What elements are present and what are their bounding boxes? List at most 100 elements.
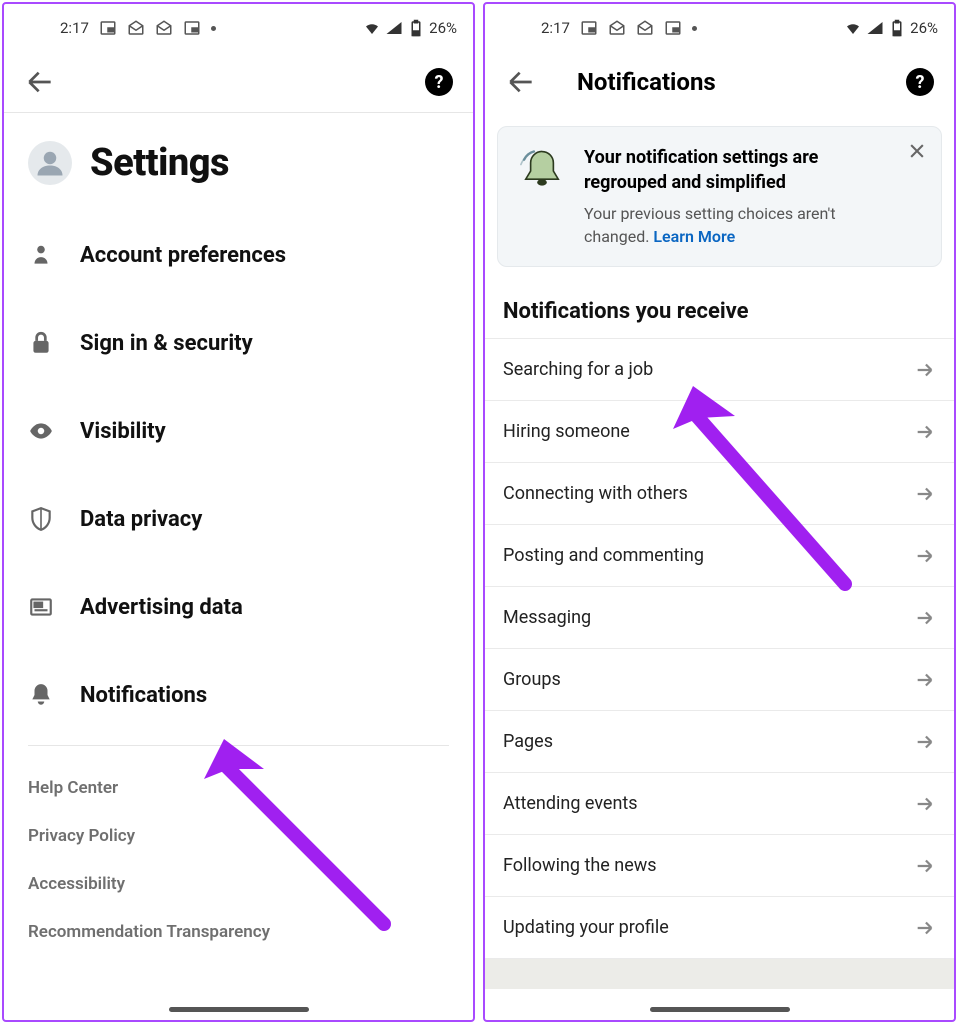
home-indicator[interactable] [169, 1007, 309, 1012]
notif-item-label: Groups [503, 669, 561, 690]
picture-in-picture-icon [183, 19, 201, 37]
mail-icon [127, 19, 145, 37]
settings-item-advertising-data[interactable]: Advertising data [28, 563, 449, 651]
status-more-dot [211, 26, 216, 31]
footer-links: Help Center Privacy Policy Accessibility… [4, 764, 473, 956]
notif-item-updating-your-profile[interactable]: Updating your profile [485, 897, 954, 959]
section-title: Notifications you receive [485, 277, 954, 338]
picture-in-picture-icon [664, 19, 682, 37]
person-icon [28, 242, 54, 268]
arrow-right-icon [914, 359, 936, 381]
status-bar: 2:17 26% [4, 4, 473, 52]
mail-icon [155, 19, 173, 37]
arrow-right-icon [914, 731, 936, 753]
notif-item-connecting-with-others[interactable]: Connecting with others [485, 463, 954, 525]
lock-icon [28, 330, 54, 356]
notif-item-label: Hiring someone [503, 421, 630, 442]
footer-link-recommendation-transparency[interactable]: Recommendation Transparency [28, 908, 449, 956]
footer-link-privacy-policy[interactable]: Privacy Policy [28, 812, 449, 860]
notif-item-label: Connecting with others [503, 483, 688, 504]
notif-item-messaging[interactable]: Messaging [485, 587, 954, 649]
notifications-list: Searching for a job Hiring someone Conne… [485, 338, 954, 959]
notif-item-label: Searching for a job [503, 359, 653, 380]
page-title: Settings [90, 141, 229, 185]
back-icon[interactable] [24, 66, 56, 98]
settings-list: Account preferences Sign in & security V… [4, 211, 473, 739]
wifi-icon [844, 19, 862, 37]
status-time: 2:17 [60, 19, 89, 37]
phone-notifications: 2:17 26% Notifications ? [483, 2, 956, 1022]
help-icon[interactable]: ? [425, 68, 453, 96]
notif-item-label: Attending events [503, 793, 638, 814]
notif-item-posting-and-commenting[interactable]: Posting and commenting [485, 525, 954, 587]
footer-link-help-center[interactable]: Help Center [28, 764, 449, 812]
back-icon[interactable] [505, 66, 537, 98]
arrow-right-icon [914, 793, 936, 815]
battery-icon [407, 19, 425, 37]
battery-icon [888, 19, 906, 37]
wifi-icon [363, 19, 381, 37]
settings-item-label: Data privacy [80, 507, 202, 532]
arrow-right-icon [914, 917, 936, 939]
settings-item-notifications[interactable]: Notifications [28, 651, 449, 739]
settings-item-label: Sign in & security [80, 331, 253, 356]
settings-item-visibility[interactable]: Visibility [28, 387, 449, 475]
help-icon[interactable]: ? [906, 68, 934, 96]
notif-item-label: Updating your profile [503, 917, 669, 938]
close-icon[interactable] [907, 141, 927, 161]
phone-settings: 2:17 26% ? Settings [2, 2, 475, 1022]
divider [28, 745, 449, 746]
settings-header: Settings [4, 113, 473, 211]
arrow-right-icon [914, 483, 936, 505]
notif-item-label: Pages [503, 731, 553, 752]
notif-item-label: Posting and commenting [503, 545, 704, 566]
section-gap [485, 959, 954, 989]
mail-icon [608, 19, 626, 37]
arrow-right-icon [914, 545, 936, 567]
status-bar: 2:17 26% [485, 4, 954, 52]
app-bar: Notifications ? [485, 52, 954, 112]
status-battery: 26% [429, 19, 457, 37]
info-banner: Your notification settings are regrouped… [497, 126, 942, 267]
shield-icon [28, 506, 54, 532]
arrow-right-icon [914, 855, 936, 877]
arrow-right-icon [914, 607, 936, 629]
settings-item-data-privacy[interactable]: Data privacy [28, 475, 449, 563]
settings-item-label: Visibility [80, 419, 166, 444]
mail-icon [636, 19, 654, 37]
status-battery: 26% [910, 19, 938, 37]
settings-item-sign-in-security[interactable]: Sign in & security [28, 299, 449, 387]
notif-item-searching-for-a-job[interactable]: Searching for a job [485, 339, 954, 401]
arrow-right-icon [914, 421, 936, 443]
notif-item-label: Following the news [503, 855, 657, 876]
banner-subtitle: Your previous setting choices aren't cha… [584, 203, 897, 248]
settings-item-label: Notifications [80, 683, 207, 708]
bell-illustration-icon [516, 145, 568, 197]
eye-icon [28, 418, 54, 444]
notif-item-following-the-news[interactable]: Following the news [485, 835, 954, 897]
settings-item-label: Advertising data [80, 595, 243, 620]
picture-in-picture-icon [99, 19, 117, 37]
status-time: 2:17 [541, 19, 570, 37]
bell-icon [28, 682, 54, 708]
settings-item-account-preferences[interactable]: Account preferences [28, 211, 449, 299]
settings-item-label: Account preferences [80, 243, 286, 268]
newspaper-icon [28, 594, 54, 620]
footer-link-accessibility[interactable]: Accessibility [28, 860, 449, 908]
notif-item-hiring-someone[interactable]: Hiring someone [485, 401, 954, 463]
learn-more-link[interactable]: Learn More [653, 227, 735, 246]
avatar[interactable] [28, 141, 72, 185]
banner-title: Your notification settings are regrouped… [584, 145, 897, 195]
picture-in-picture-icon [580, 19, 598, 37]
notif-item-pages[interactable]: Pages [485, 711, 954, 773]
page-title: Notifications [577, 68, 716, 96]
home-indicator[interactable] [650, 1007, 790, 1012]
notif-item-attending-events[interactable]: Attending events [485, 773, 954, 835]
cellular-icon [385, 19, 403, 37]
arrow-right-icon [914, 669, 936, 691]
status-more-dot [692, 26, 697, 31]
notif-item-label: Messaging [503, 607, 591, 628]
notif-item-groups[interactable]: Groups [485, 649, 954, 711]
app-bar: ? [4, 52, 473, 112]
cellular-icon [866, 19, 884, 37]
